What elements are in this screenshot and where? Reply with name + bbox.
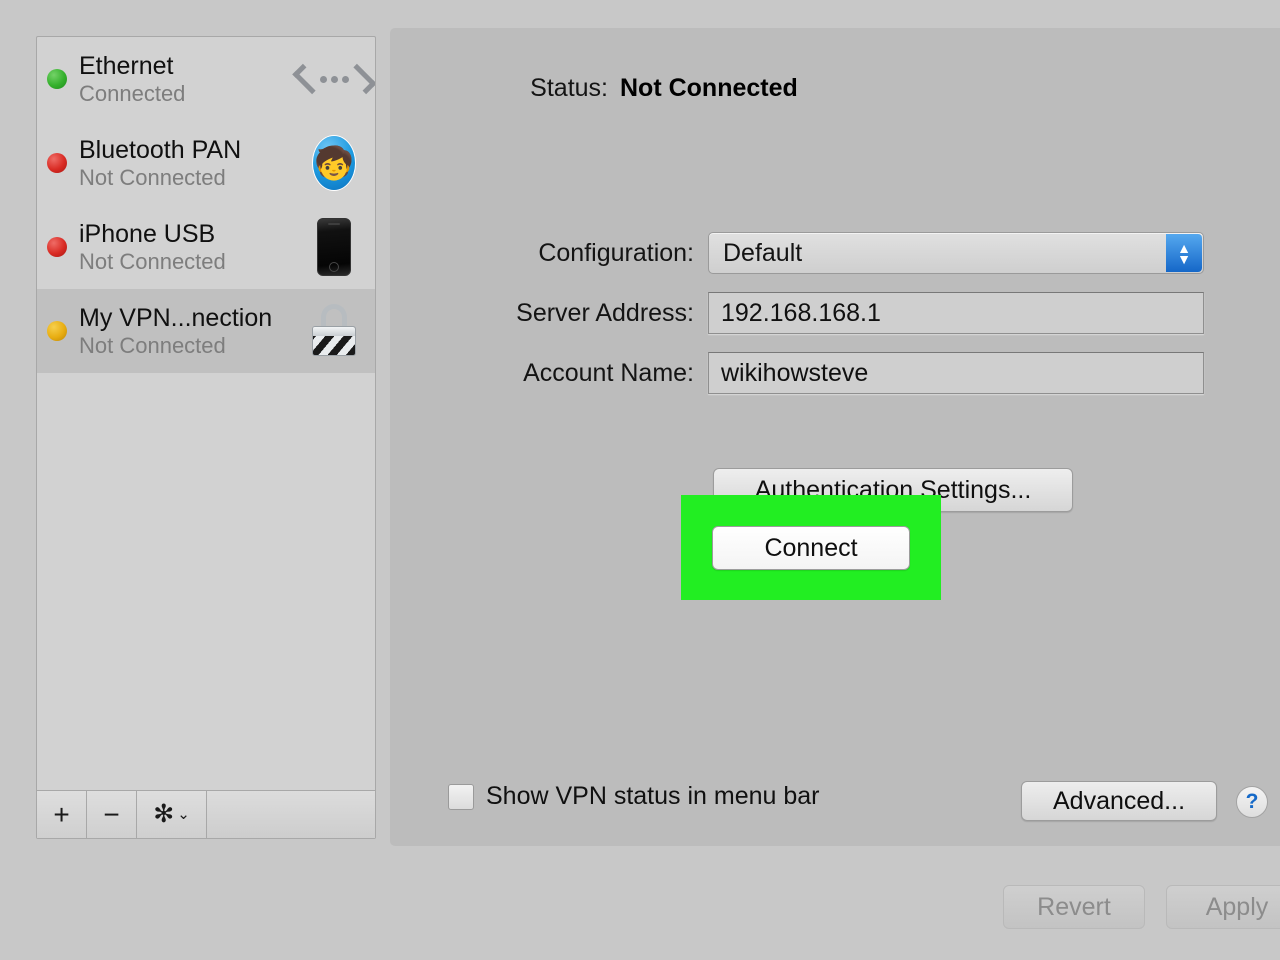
network-services-list: Ethernet Connected Bluetooth PAN Not Con… (37, 37, 375, 790)
server-address-value: 192.168.168.1 (721, 298, 881, 327)
status-dot-amber (47, 321, 67, 341)
show-vpn-status-checkbox[interactable] (448, 783, 474, 810)
help-button[interactable]: ? (1236, 786, 1268, 818)
service-text: Bluetooth PAN Not Connected (79, 136, 305, 191)
network-services-sidebar: Ethernet Connected Bluetooth PAN Not Con… (36, 36, 376, 839)
status-dot-red (47, 153, 67, 173)
detail-panel-background (390, 28, 1280, 846)
account-name-input[interactable]: wikihowsteve (708, 352, 1204, 394)
configuration-label: Configuration: (538, 238, 694, 267)
show-vpn-status-row[interactable]: Show VPN status in menu bar (448, 782, 820, 811)
configuration-value: Default (723, 238, 803, 267)
stepper-arrows-icon[interactable]: ▲ ▼ (1166, 234, 1202, 272)
status-value: Not Connected (620, 74, 798, 102)
service-status: Connected (79, 80, 186, 106)
service-name: iPhone USB (79, 219, 216, 248)
service-row-iphone-usb[interactable]: iPhone USB Not Connected (37, 205, 375, 289)
service-status: Not Connected (79, 248, 226, 274)
status-dot-green (47, 69, 67, 89)
service-text: iPhone USB Not Connected (79, 220, 305, 275)
network-preferences-pane: Ethernet Connected Bluetooth PAN Not Con… (0, 0, 1280, 960)
service-text: My VPN...nection Not Connected (79, 304, 305, 359)
gear-menu-button[interactable]: ✻ ⌄ (137, 791, 207, 838)
sidebar-toolbar: + − ✻ ⌄ (37, 790, 375, 838)
configuration-select[interactable]: Default ▲ ▼ (708, 232, 1204, 274)
iphone-icon (305, 218, 363, 276)
account-name-label: Account Name: (523, 358, 694, 387)
server-address-row: Server Address: 192.168.168.1 (390, 292, 1250, 334)
service-name: Bluetooth PAN (79, 135, 242, 164)
revert-button[interactable]: Revert (1003, 885, 1145, 929)
remove-service-button[interactable]: − (87, 791, 137, 838)
server-address-input[interactable]: 192.168.168.1 (708, 292, 1204, 334)
service-row-ethernet[interactable]: Ethernet Connected (37, 37, 375, 121)
advanced-button[interactable]: Advanced... (1021, 781, 1217, 821)
status-line: Status: Not Connected (390, 74, 1250, 103)
gear-icon: ✻ (153, 800, 175, 828)
service-row-bluetooth-pan[interactable]: Bluetooth PAN Not Connected 🧒 (37, 121, 375, 205)
service-status: Not Connected (79, 164, 226, 190)
toolbar-spacer (207, 791, 375, 838)
show-vpn-status-label: Show VPN status in menu bar (486, 782, 820, 810)
status-dot-red (47, 237, 67, 257)
service-status: Not Connected (79, 332, 226, 358)
service-name: Ethernet (79, 51, 174, 80)
apply-button[interactable]: Apply (1166, 885, 1280, 929)
ethernet-icon (291, 50, 375, 108)
chevron-down-icon: ⌄ (177, 806, 190, 823)
bluetooth-icon: 🧒 (305, 134, 363, 192)
status-label: Status: (530, 74, 608, 102)
server-address-label: Server Address: (516, 298, 694, 327)
service-row-my-vpn-connection[interactable]: My VPN...nection Not Connected (37, 289, 375, 373)
connect-button[interactable]: Connect (712, 526, 910, 570)
configuration-row: Configuration: Default ▲ ▼ (390, 232, 1250, 274)
lock-icon (305, 302, 363, 360)
service-text: Ethernet Connected (79, 52, 305, 107)
add-service-button[interactable]: + (37, 791, 87, 838)
account-name-row: Account Name: wikihowsteve (390, 352, 1250, 394)
account-name-value: wikihowsteve (721, 358, 869, 387)
service-name: My VPN...nection (79, 303, 273, 332)
